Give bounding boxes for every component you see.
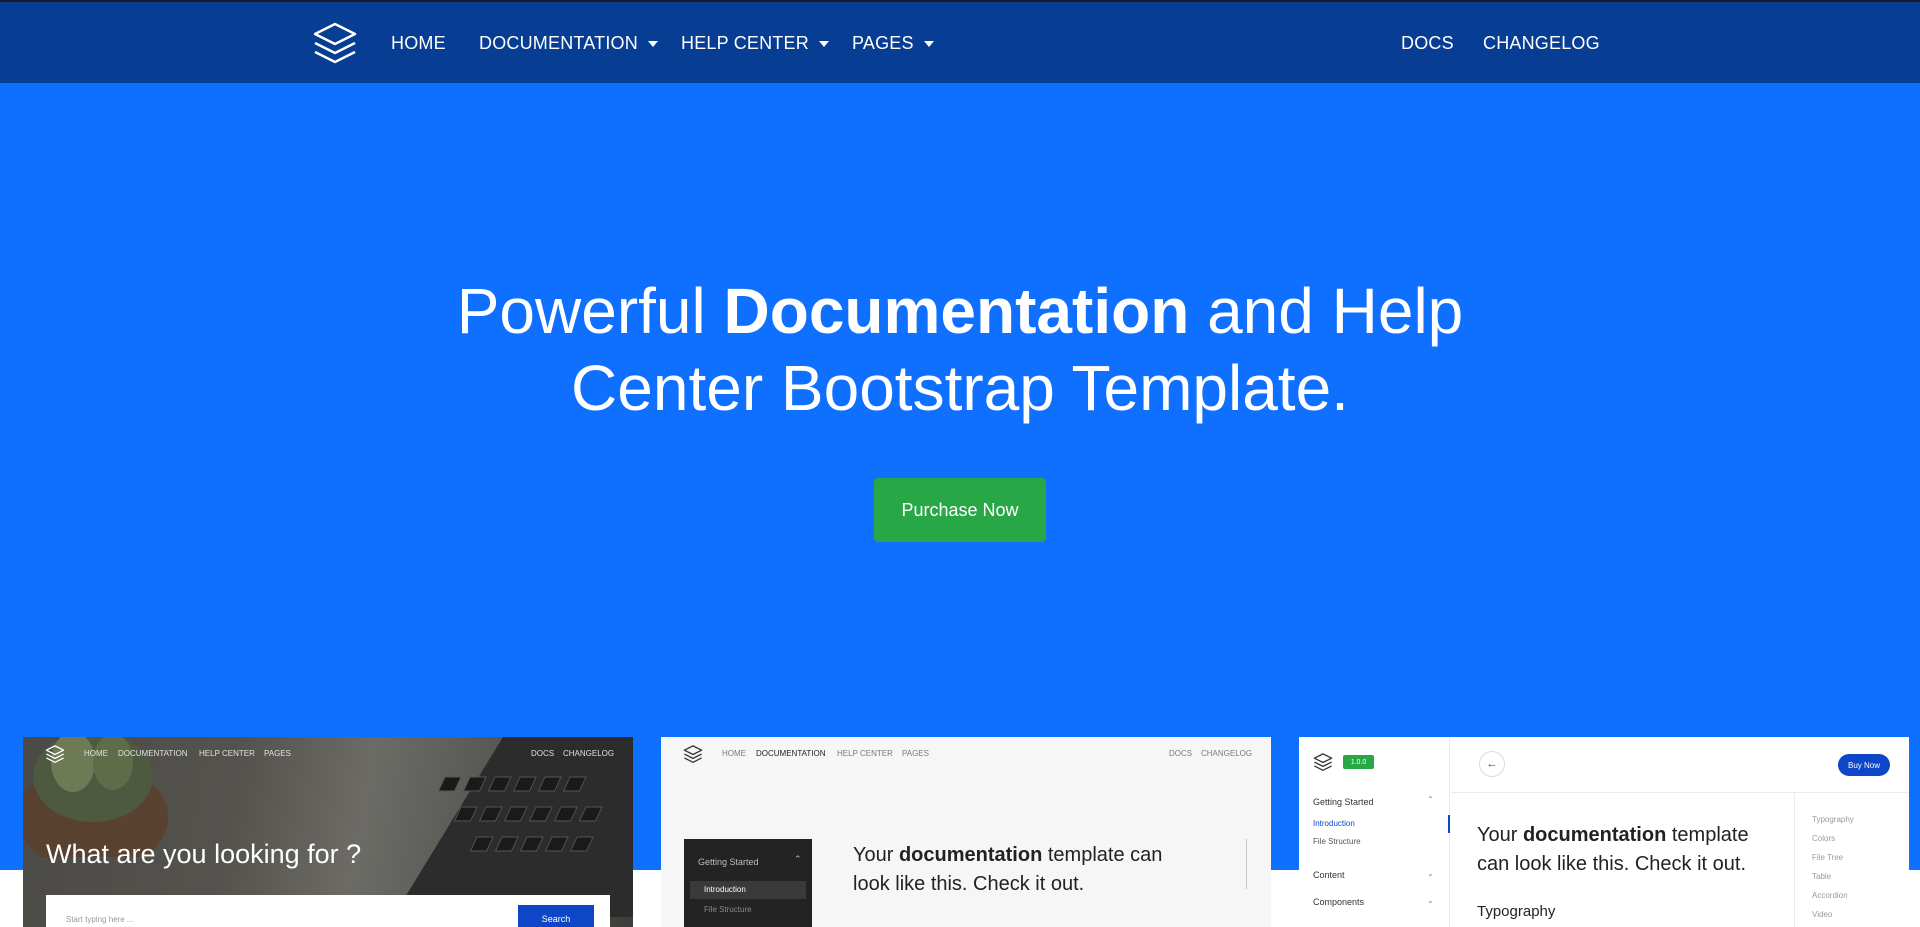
mini-nav-changelog: CHANGELOG (1201, 749, 1253, 758)
hero-title-part1: Powerful (456, 275, 724, 347)
nav-docs-label: DOCS (1401, 33, 1454, 53)
buy-now-button: Buy Now (1838, 754, 1890, 776)
nav-pages[interactable]: PAGES (852, 33, 934, 54)
layers-logo-icon (683, 745, 703, 763)
sidebar-group-components: Components (1313, 897, 1365, 907)
table-of-contents: Typography Colors File Tree Table Accord… (1794, 793, 1909, 927)
mini-nav-documentation: DOCUMENTATION (756, 749, 826, 758)
nav-documentation[interactable]: DOCUMENTATION (479, 33, 658, 54)
nav-documentation-label: DOCUMENTATION (479, 33, 638, 53)
sidebar-item-file-structure: File Structure (704, 905, 752, 914)
mini-nav-help-center: HELP CENTER (199, 749, 255, 758)
version-badge: 1.0.0 (1343, 755, 1374, 769)
documentation-intro-text: Your documentation template can look lik… (853, 841, 1193, 899)
chevron-up-icon: ⌃ (1427, 795, 1434, 804)
sidebar-section-getting-started: Getting Started (1313, 797, 1374, 807)
nav-changelog[interactable]: CHANGELOG (1483, 33, 1600, 54)
doc-text-part1: Your (853, 844, 899, 866)
typography-subheading: Typography (1477, 903, 1556, 920)
nav-help-center[interactable]: HELP CENTER (681, 33, 829, 54)
chevron-up-icon: ⌃ (794, 854, 802, 864)
preview-card-help-center[interactable]: HOME DOCUMENTATION HELP CENTER PAGES DOC… (23, 737, 633, 927)
caret-down-icon (923, 40, 934, 47)
hero-title-bold: Documentation (723, 275, 1190, 347)
arrow-left-icon: ← (1479, 751, 1505, 777)
chevron-down-icon: ⌄ (1427, 869, 1434, 878)
preview-card-docs-app[interactable]: 1.0.0 Getting Started ⌃ Introduction Fil… (1299, 737, 1909, 927)
layers-logo-icon (45, 745, 65, 763)
mini-nav-help-center: HELP CENTER (837, 749, 893, 758)
preview-card-documentation[interactable]: HOME DOCUMENTATION HELP CENTER PAGES DOC… (661, 737, 1271, 927)
app-text-part1: Your (1477, 824, 1523, 846)
toc-item: File Tree (1812, 853, 1844, 862)
nav-pages-label: PAGES (852, 33, 914, 53)
nav-changelog-label: CHANGELOG (1483, 33, 1600, 53)
help-center-heading: What are you looking for ? (46, 839, 362, 869)
vertical-divider (1246, 839, 1247, 889)
toc-item: Colors (1812, 834, 1836, 843)
docs-app-intro-text: Your documentation template can look lik… (1477, 821, 1777, 879)
mini-nav-pages: PAGES (264, 749, 291, 758)
toc-item: Video (1812, 910, 1833, 919)
mini-nav-changelog: CHANGELOG (563, 749, 615, 758)
docs-app-sidebar: 1.0.0 Getting Started ⌃ Introduction Fil… (1299, 737, 1450, 927)
app-text-bold: documentation (1522, 824, 1667, 846)
help-center-search-bar: Start typing here ... Search (46, 895, 610, 927)
search-placeholder: Start typing here ... (66, 915, 134, 924)
sidebar-section-getting-started: Getting Started (698, 857, 759, 867)
toc-item: Typography (1812, 815, 1854, 824)
mini-nav-home: HOME (84, 749, 108, 758)
nav-help-center-label: HELP CENTER (681, 33, 809, 53)
nav-home-label: HOME (391, 33, 446, 53)
sidebar-item-introduction: Introduction (1313, 819, 1355, 828)
nav-docs[interactable]: DOCS (1401, 33, 1454, 54)
sidebar-active-indicator (1448, 815, 1450, 833)
layers-logo-icon (1313, 753, 1333, 771)
hero-title: Powerful Documentation and Help Center B… (360, 273, 1560, 427)
sidebar-item-file-structure: File Structure (1313, 837, 1361, 846)
chevron-down-icon: ⌄ (1427, 896, 1434, 905)
top-navbar: HOME DOCUMENTATION HELP CENTER PAGES DOC… (0, 0, 1920, 83)
mini-nav-documentation: DOCUMENTATION (118, 749, 188, 758)
laptop-keyboard-decoration (393, 737, 633, 917)
nav-home[interactable]: HOME (391, 33, 446, 54)
layers-logo-icon[interactable] (312, 22, 358, 66)
caret-down-icon (818, 40, 829, 47)
doc-text-bold: documentation (898, 844, 1043, 866)
mini-nav-home: HOME (722, 749, 746, 758)
toc-item: Accordion (1812, 891, 1848, 900)
mini-nav-docs: DOCS (531, 749, 555, 758)
search-button: Search (518, 905, 594, 927)
docs-sidebar: Getting Started ⌃ Introduction File Stru… (684, 839, 812, 927)
mini-nav-docs: DOCS (1169, 749, 1193, 758)
purchase-now-button[interactable]: Purchase Now (874, 478, 1046, 542)
docs-app-topbar: ← Buy Now (1451, 737, 1909, 793)
sidebar-group-content: Content (1313, 870, 1345, 880)
toc-item: Table (1812, 872, 1832, 881)
sidebar-item-introduction: Introduction (704, 885, 746, 894)
caret-down-icon (647, 40, 658, 47)
mini-nav-pages: PAGES (902, 749, 929, 758)
